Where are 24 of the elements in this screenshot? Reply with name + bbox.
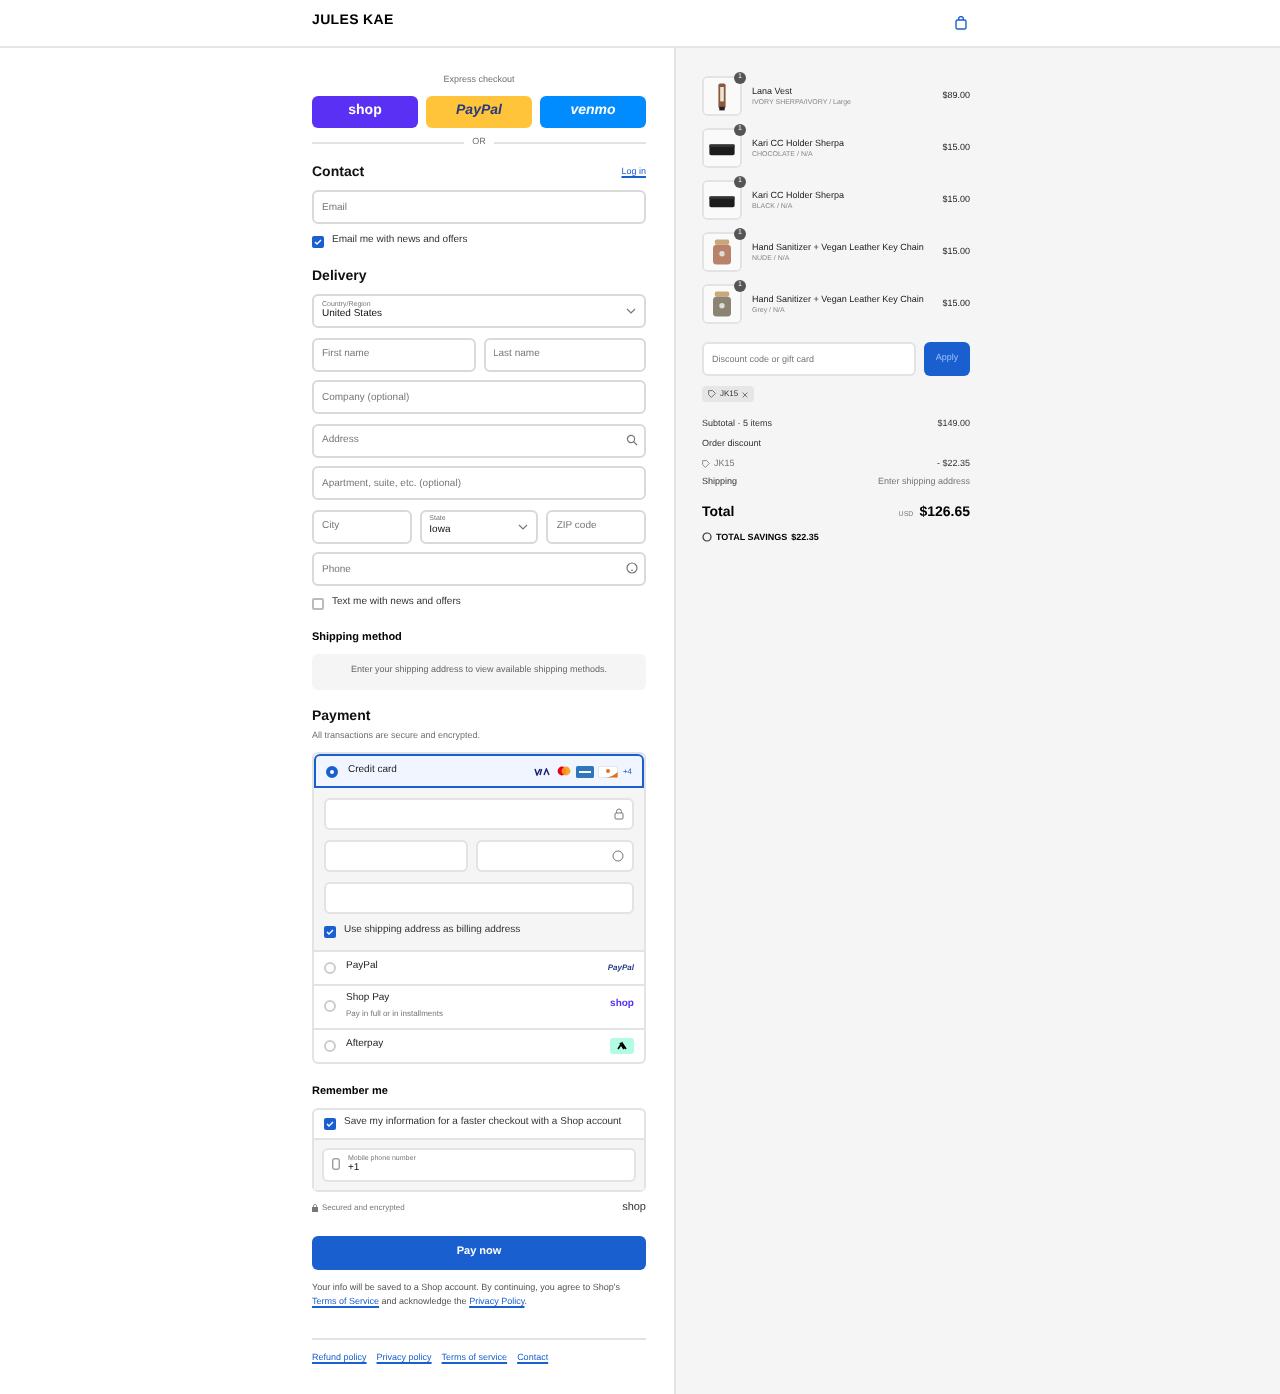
tag-icon xyxy=(708,390,716,398)
search-icon xyxy=(626,433,638,445)
checkbox[interactable] xyxy=(312,597,324,610)
chevron-icon xyxy=(518,523,529,529)
security-code-field[interactable] xyxy=(475,840,634,872)
savings-icon xyxy=(702,532,712,543)
afterpay-icon xyxy=(610,1037,634,1053)
bag-icon[interactable] xyxy=(954,16,968,30)
lock-icon xyxy=(312,1203,318,1212)
name-on-card-field[interactable] xyxy=(324,882,634,914)
tag-icon xyxy=(702,459,710,468)
help-icon xyxy=(626,562,638,574)
expiry-field[interactable] xyxy=(324,840,467,872)
radio-button[interactable] xyxy=(326,765,338,777)
card-brand-icon xyxy=(598,765,619,777)
help-icon xyxy=(612,850,624,862)
card-number-field[interactable] xyxy=(324,798,634,830)
close-icon[interactable] xyxy=(742,391,749,397)
lock-icon xyxy=(614,808,624,820)
card-brand-icon xyxy=(556,766,573,776)
phone-icon xyxy=(332,1158,340,1171)
card-brand-icon xyxy=(576,765,595,777)
card-brand-icon xyxy=(534,767,553,775)
chevron-icon xyxy=(626,308,636,314)
